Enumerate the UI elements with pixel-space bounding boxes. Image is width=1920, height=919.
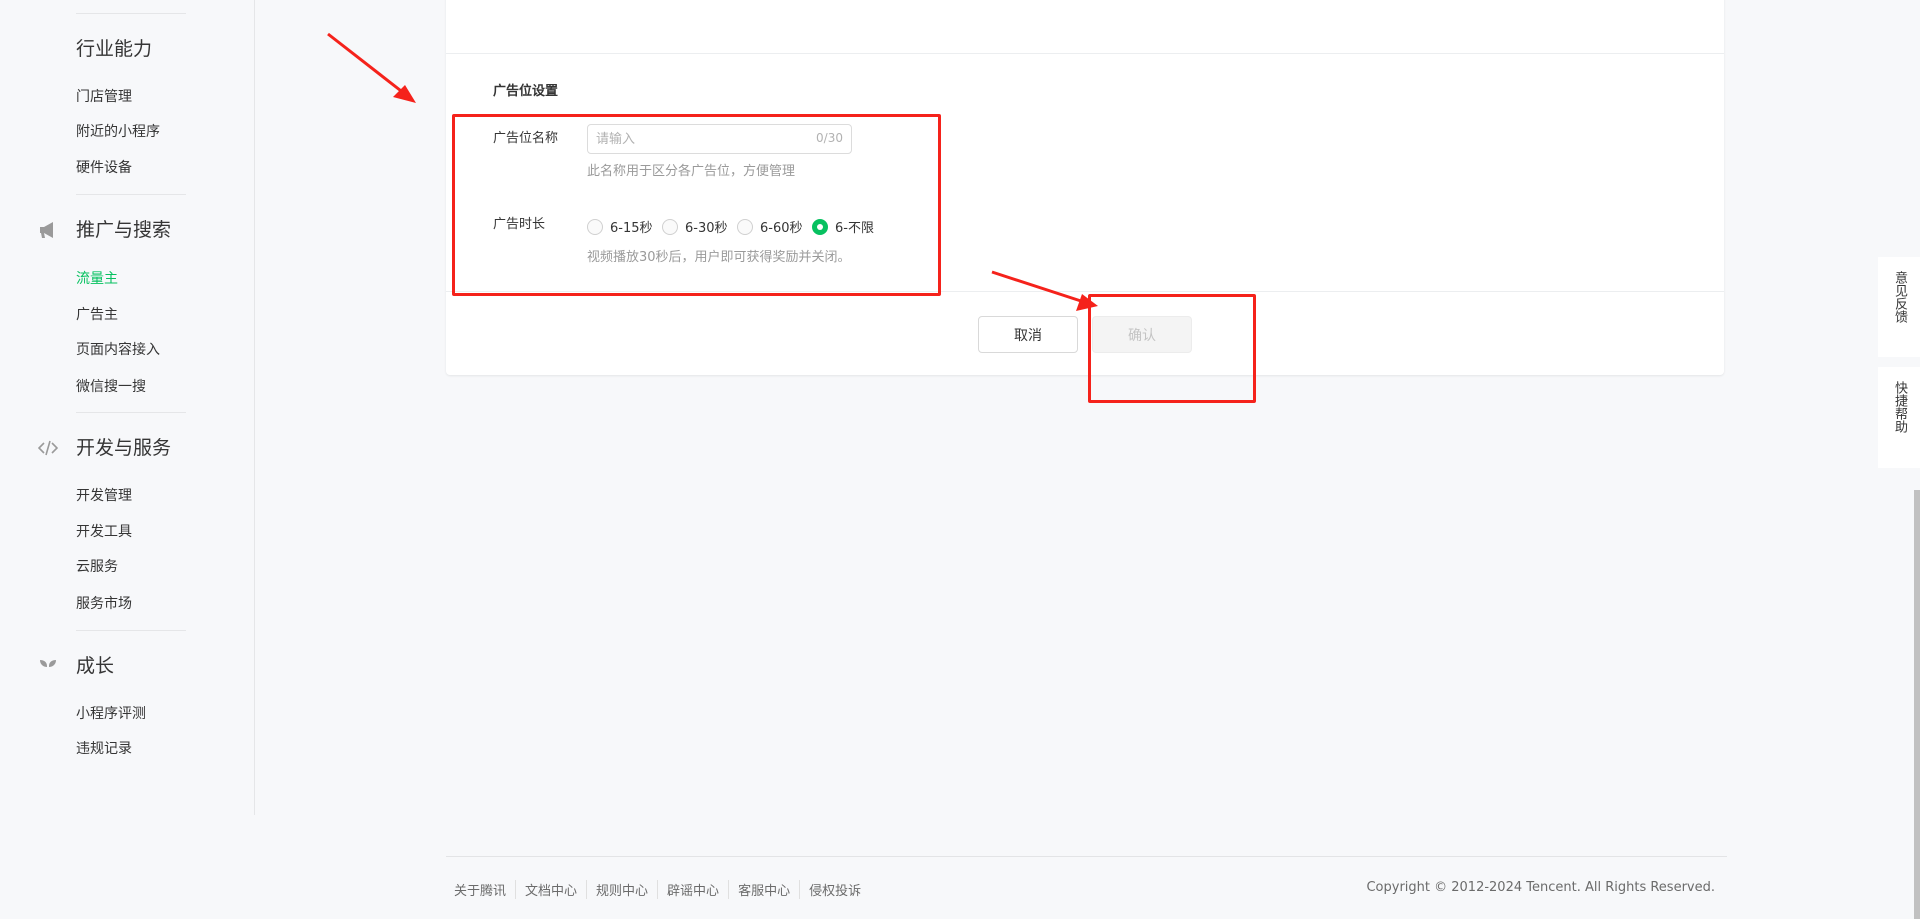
footer-link-service[interactable]: 客服中心 — [728, 880, 799, 899]
footer-link-rumor[interactable]: 辟谣中心 — [657, 880, 728, 899]
footer-link-complaint[interactable]: 侵权投诉 — [799, 880, 870, 899]
footer-link-about[interactable]: 关于腾讯 — [454, 880, 515, 899]
footer-link-rules[interactable]: 规则中心 — [586, 880, 657, 899]
copyright: Copyright © 2012-2024 Tencent. All Right… — [1366, 880, 1715, 895]
arrow-icon — [991, 270, 1098, 311]
feedback-button[interactable]: 意见反馈 — [1878, 257, 1920, 357]
quick-help-button[interactable]: 快捷帮助 — [1878, 367, 1920, 468]
arrow-icon — [327, 32, 416, 103]
annotation-arrows — [327, 32, 1098, 311]
footer-divider — [446, 856, 1727, 857]
scrollbar[interactable] — [1914, 490, 1920, 919]
footer-links: 关于腾讯 文档中心 规则中心 辟谣中心 客服中心 侵权投诉 — [454, 880, 870, 899]
footer-link-docs[interactable]: 文档中心 — [515, 880, 586, 899]
